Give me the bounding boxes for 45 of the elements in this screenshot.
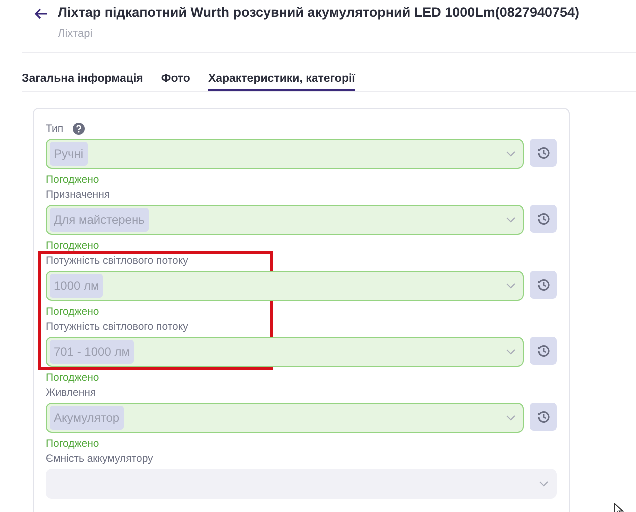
select-field[interactable] xyxy=(46,469,557,499)
tab[interactable]: Фото xyxy=(161,73,190,91)
approval-status: Погоджено xyxy=(46,240,100,254)
field-label: Ємність аккумулятору xyxy=(46,453,154,465)
selected-value-chip: Акумулятор xyxy=(50,406,124,430)
selected-value-chip: Для майстерень xyxy=(50,208,149,232)
field-label: Потужність світлового потоку xyxy=(46,255,188,267)
history-icon xyxy=(536,278,550,292)
history-button[interactable] xyxy=(530,271,557,299)
category-subtitle: Ліхтарі xyxy=(58,28,94,40)
field-label: Тип xyxy=(46,123,64,135)
help-icon[interactable] xyxy=(72,123,85,135)
chevron-down-icon xyxy=(506,217,516,223)
chevron-down-icon xyxy=(506,283,516,289)
approval-status: Погоджено xyxy=(46,372,100,386)
history-button[interactable] xyxy=(530,403,557,431)
selected-value-chip: Ручні xyxy=(50,142,88,166)
select-field[interactable]: 701 - 1000 лм xyxy=(46,337,524,367)
history-button[interactable] xyxy=(530,337,557,365)
select-field[interactable]: Акумулятор xyxy=(46,403,524,433)
select-field[interactable]: Ручні xyxy=(46,139,524,169)
history-button[interactable] xyxy=(530,205,557,233)
chevron-down-icon xyxy=(506,415,516,421)
field-label: Живлення xyxy=(46,387,96,399)
history-button[interactable] xyxy=(530,139,557,167)
approval-status: Погоджено xyxy=(46,306,100,320)
history-icon xyxy=(536,344,550,358)
tab[interactable]: Характеристики, категорії xyxy=(208,73,356,91)
history-icon xyxy=(536,146,550,160)
approval-status: Погоджено xyxy=(46,438,100,452)
back-arrow-icon[interactable] xyxy=(34,8,48,20)
chevron-down-icon xyxy=(539,481,549,487)
select-field[interactable]: 1000 лм xyxy=(46,271,524,301)
chevron-down-icon xyxy=(506,151,516,157)
history-icon xyxy=(536,410,550,424)
product-title: Ліхтар підкапотний Wurth розсувний акумуляторний LED 1000Lm(0827940754) xyxy=(58,5,580,20)
select-field[interactable]: Для майстерень xyxy=(46,205,524,235)
chevron-down-icon xyxy=(506,349,516,355)
tab[interactable]: Загальна інформація xyxy=(22,73,144,91)
selected-value-chip: 701 - 1000 лм xyxy=(50,340,134,364)
field-label: Потужність світлового потоку xyxy=(46,321,188,333)
approval-status: Погоджено xyxy=(46,174,100,188)
history-icon xyxy=(536,212,550,226)
field-label: Призначення xyxy=(46,189,110,201)
selected-value-chip: 1000 лм xyxy=(50,274,104,298)
